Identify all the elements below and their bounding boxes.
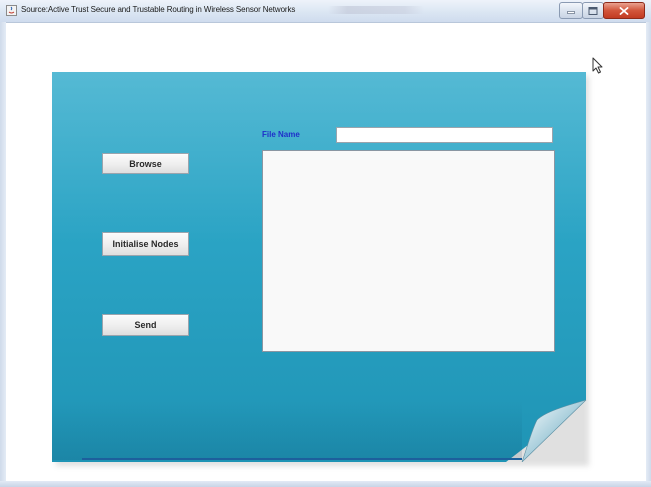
page-curl-decoration: [521, 399, 587, 462]
file-content-textarea[interactable]: [262, 150, 555, 352]
window-controls: [559, 2, 645, 19]
maximize-icon: [588, 6, 598, 15]
window-frame-right: [646, 22, 651, 487]
minimize-icon: [567, 10, 575, 14]
close-icon: [619, 6, 629, 15]
minimize-button[interactable]: [559, 2, 583, 19]
title-bar-overlay: [328, 6, 424, 14]
window-frame-bottom: [0, 481, 651, 487]
file-name-input[interactable]: [336, 127, 553, 143]
app-window: Source:Active Trust Secure and Trustable…: [0, 0, 651, 487]
initialise-nodes-button[interactable]: Initialise Nodes: [102, 232, 189, 256]
close-button[interactable]: [603, 2, 645, 19]
mouse-pointer-icon: [592, 57, 603, 74]
file-name-label: File Name: [262, 130, 300, 139]
browse-button[interactable]: Browse: [102, 153, 189, 174]
send-button[interactable]: Send: [102, 314, 189, 336]
window-title: Source:Active Trust Secure and Trustable…: [21, 5, 296, 14]
java-app-icon: [6, 5, 17, 16]
panel-bottom-line: [82, 458, 522, 460]
title-bar[interactable]: Source:Active Trust Secure and Trustable…: [0, 0, 651, 23]
maximize-button[interactable]: [582, 2, 604, 19]
